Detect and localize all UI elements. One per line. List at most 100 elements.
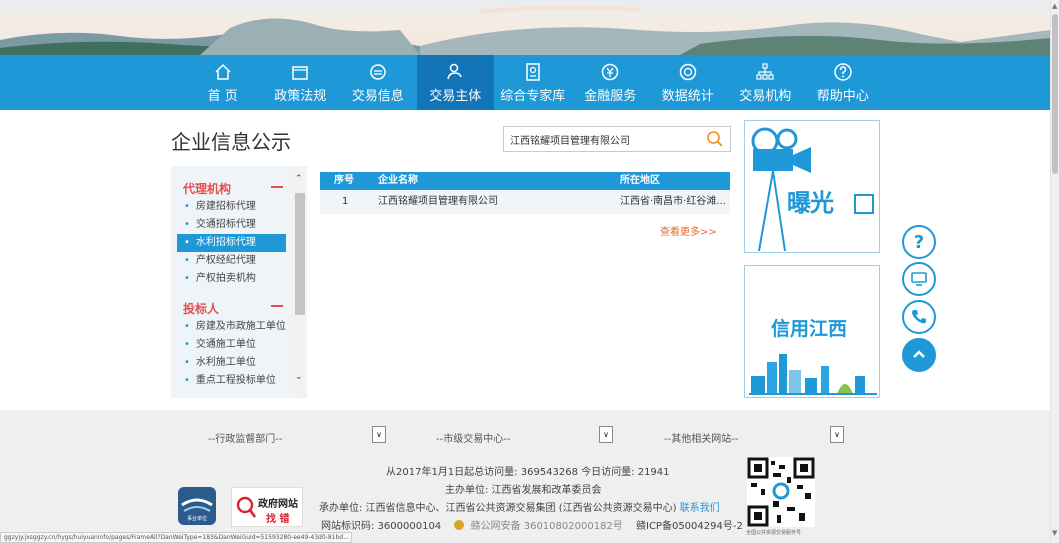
- home-icon: [213, 62, 233, 82]
- folder-icon: [290, 62, 310, 82]
- scroll-up-icon[interactable]: ⌃: [295, 174, 303, 184]
- browser-status-bar: ggzyjy.jxsggzy.cn/hygs/huiyuaninfo/pages…: [0, 532, 352, 543]
- table-header: 序号 企业名称 所在地区: [320, 172, 730, 190]
- nav-item-label: 政策法规: [274, 88, 327, 104]
- collapse-icon[interactable]: [271, 305, 283, 307]
- sidebar-item[interactable]: 房建及市政施工单位: [177, 318, 286, 336]
- scroll-up-icon[interactable]: ▲: [1052, 2, 1057, 10]
- header-region: 所在地区: [620, 175, 660, 186]
- help-float-button[interactable]: ?: [902, 225, 936, 259]
- id-card-icon: [523, 62, 543, 82]
- exposure-banner[interactable]: 曝光: [744, 120, 880, 253]
- cell-region: 江西省·南昌市·红谷滩...: [620, 196, 726, 207]
- chevron-down-icon[interactable]: ∨: [830, 426, 844, 443]
- police-record[interactable]: 赣公网安备 36010802000182号: [471, 521, 623, 532]
- magnifier-icon: [236, 496, 256, 518]
- circle-lines-icon: [368, 62, 388, 82]
- phone-icon: [912, 310, 926, 324]
- gov-site-label: 政府网站: [258, 499, 298, 510]
- group-title-bidder[interactable]: 投标人: [183, 300, 219, 317]
- credit-jiangxi-banner[interactable]: 信用江西: [744, 265, 880, 398]
- nav-item-4[interactable]: 综合专家库: [494, 55, 572, 110]
- nav-item-label: 帮助中心: [816, 88, 869, 104]
- page-scrollbar[interactable]: ▲ ▼: [1050, 0, 1059, 543]
- main-navigation: 首 页 政策法规 交易信息 交易主体 综合专家库 金融服务 数据统计 交易机构 帮助中心: [0, 55, 1050, 110]
- sidebar-item[interactable]: 房建招标代理: [177, 198, 286, 216]
- chevron-down-icon[interactable]: ∨: [599, 426, 613, 443]
- site-id-line: 网站标识码: 3600000104 赣公网安备 36010802000182号 …: [321, 517, 743, 532]
- page: 首 页 政策法规 交易信息 交易主体 综合专家库 金融服务 数据统计 交易机构 帮助中心 企业信…: [0, 0, 1059, 543]
- collapse-icon[interactable]: [271, 186, 283, 188]
- phone-float-button[interactable]: [902, 300, 936, 334]
- nav-item-1[interactable]: 政策法规: [262, 55, 340, 110]
- sidebar-scrollbar[interactable]: ⌃ ⌄: [293, 166, 307, 398]
- gov-site-error-report-badge[interactable]: 政府网站 找 错: [231, 487, 303, 527]
- related-sites-select[interactable]: --其他相关网站-- ∨: [664, 426, 846, 447]
- back-to-top-button[interactable]: [902, 338, 936, 372]
- nav-item-label: 交易信息: [351, 88, 404, 104]
- nav-item-label: 交易机构: [739, 88, 792, 104]
- exposure-label: 曝光: [787, 189, 834, 217]
- nav-item-2[interactable]: 交易信息: [339, 55, 417, 110]
- nav-item-3[interactable]: 交易主体: [416, 55, 494, 110]
- question-icon: [833, 62, 853, 82]
- sidebar-item[interactable]: 水利施工单位: [177, 354, 286, 372]
- site-id: 网站标识码: 3600000104: [321, 521, 442, 532]
- nav-item-label: 综合专家库: [500, 88, 566, 104]
- nav-item-8[interactable]: 帮助中心: [804, 55, 882, 110]
- scrollbar-thumb[interactable]: [1052, 14, 1058, 174]
- results-table: 序号 企业名称 所在地区 1 江西铭耀项目管理有限公司 江西省·南昌市·红谷滩.…: [320, 172, 730, 214]
- sidebar-item[interactable]: 交通施工单位: [177, 336, 286, 354]
- group-title-agency[interactable]: 代理机构: [183, 180, 231, 197]
- nav-item-label: 金融服务: [584, 88, 637, 104]
- police-badge-icon: [454, 520, 465, 530]
- scroll-down-icon[interactable]: ▼: [1052, 529, 1057, 537]
- nav-item-label: 数据统计: [661, 88, 714, 104]
- sidebar-item[interactable]: 产权经纪代理: [177, 252, 286, 270]
- qr-code-image: [747, 457, 815, 527]
- public-institution-badge[interactable]: 事业单位: [178, 487, 216, 525]
- nav-item-5[interactable]: 金融服务: [572, 55, 650, 110]
- supervision-dept-select[interactable]: --行政监督部门-- ∨: [208, 426, 388, 447]
- page-title: 企业信息公示: [171, 130, 291, 154]
- contact-us-link[interactable]: 联系我们: [680, 503, 720, 514]
- visit-counter: 从2017年1月1日起总访问量: 369543268 今日访问量: 21941: [386, 467, 670, 478]
- sidebar-item[interactable]: 产权拍卖机构: [177, 270, 286, 288]
- chevron-down-icon[interactable]: ∨: [372, 426, 386, 443]
- nav-item-6[interactable]: 数据统计: [649, 55, 727, 110]
- table-row[interactable]: 1 江西铭耀项目管理有限公司 江西省·南昌市·红谷滩...: [320, 190, 730, 214]
- nav-item-label: 首 页: [207, 88, 238, 104]
- search-input[interactable]: [510, 131, 700, 148]
- host-unit: 主办单位: 江西省发展和改革委员会: [445, 485, 602, 496]
- mountain-landscape-image: [0, 5, 1050, 55]
- qr-code: [747, 457, 815, 527]
- question-icon: ?: [913, 231, 925, 253]
- header-banner: [0, 0, 1050, 55]
- nav-item-0[interactable]: 首 页: [184, 55, 262, 110]
- search-icon[interactable]: [706, 130, 724, 148]
- scrollbar-thumb[interactable]: [295, 193, 305, 315]
- up-arrow-icon: [913, 350, 925, 358]
- city-center-select[interactable]: --市级交易中心-- ∨: [436, 426, 616, 447]
- more-link[interactable]: 查看更多>>: [660, 223, 717, 238]
- cell-name[interactable]: 江西铭耀项目管理有限公司: [378, 190, 498, 214]
- city-skyline-icon: [749, 354, 877, 395]
- nav-item-7[interactable]: 交易机构: [727, 55, 805, 110]
- icp-record[interactable]: 赣ICP备05004294号-2: [636, 521, 743, 532]
- yen-icon: [600, 62, 620, 82]
- org-icon: [755, 62, 775, 82]
- monitor-float-button[interactable]: [902, 262, 936, 296]
- qr-caption: 全国公共资源交易服务号: [746, 530, 802, 536]
- operator-line: 承办单位: 江西省信息中心、江西省公共资源交易集团 (江西省公共资源交易中心) …: [319, 499, 720, 514]
- header-name: 企业名称: [378, 175, 418, 186]
- sidebar-item[interactable]: 交通招标代理: [177, 216, 286, 234]
- badge-unit-label: 事业单位: [187, 515, 207, 522]
- sidebar-item[interactable]: 重点工程投标单位: [177, 372, 286, 390]
- monitor-icon: [911, 272, 927, 286]
- public-institution-emblem-icon: 事业单位: [181, 498, 213, 522]
- user-icon: [445, 62, 465, 82]
- find-error-label: 找 错: [266, 514, 290, 525]
- sidebar-item-active[interactable]: 水利招标代理: [177, 234, 286, 252]
- scroll-down-icon[interactable]: ⌄: [295, 372, 303, 382]
- search-box: [503, 126, 731, 152]
